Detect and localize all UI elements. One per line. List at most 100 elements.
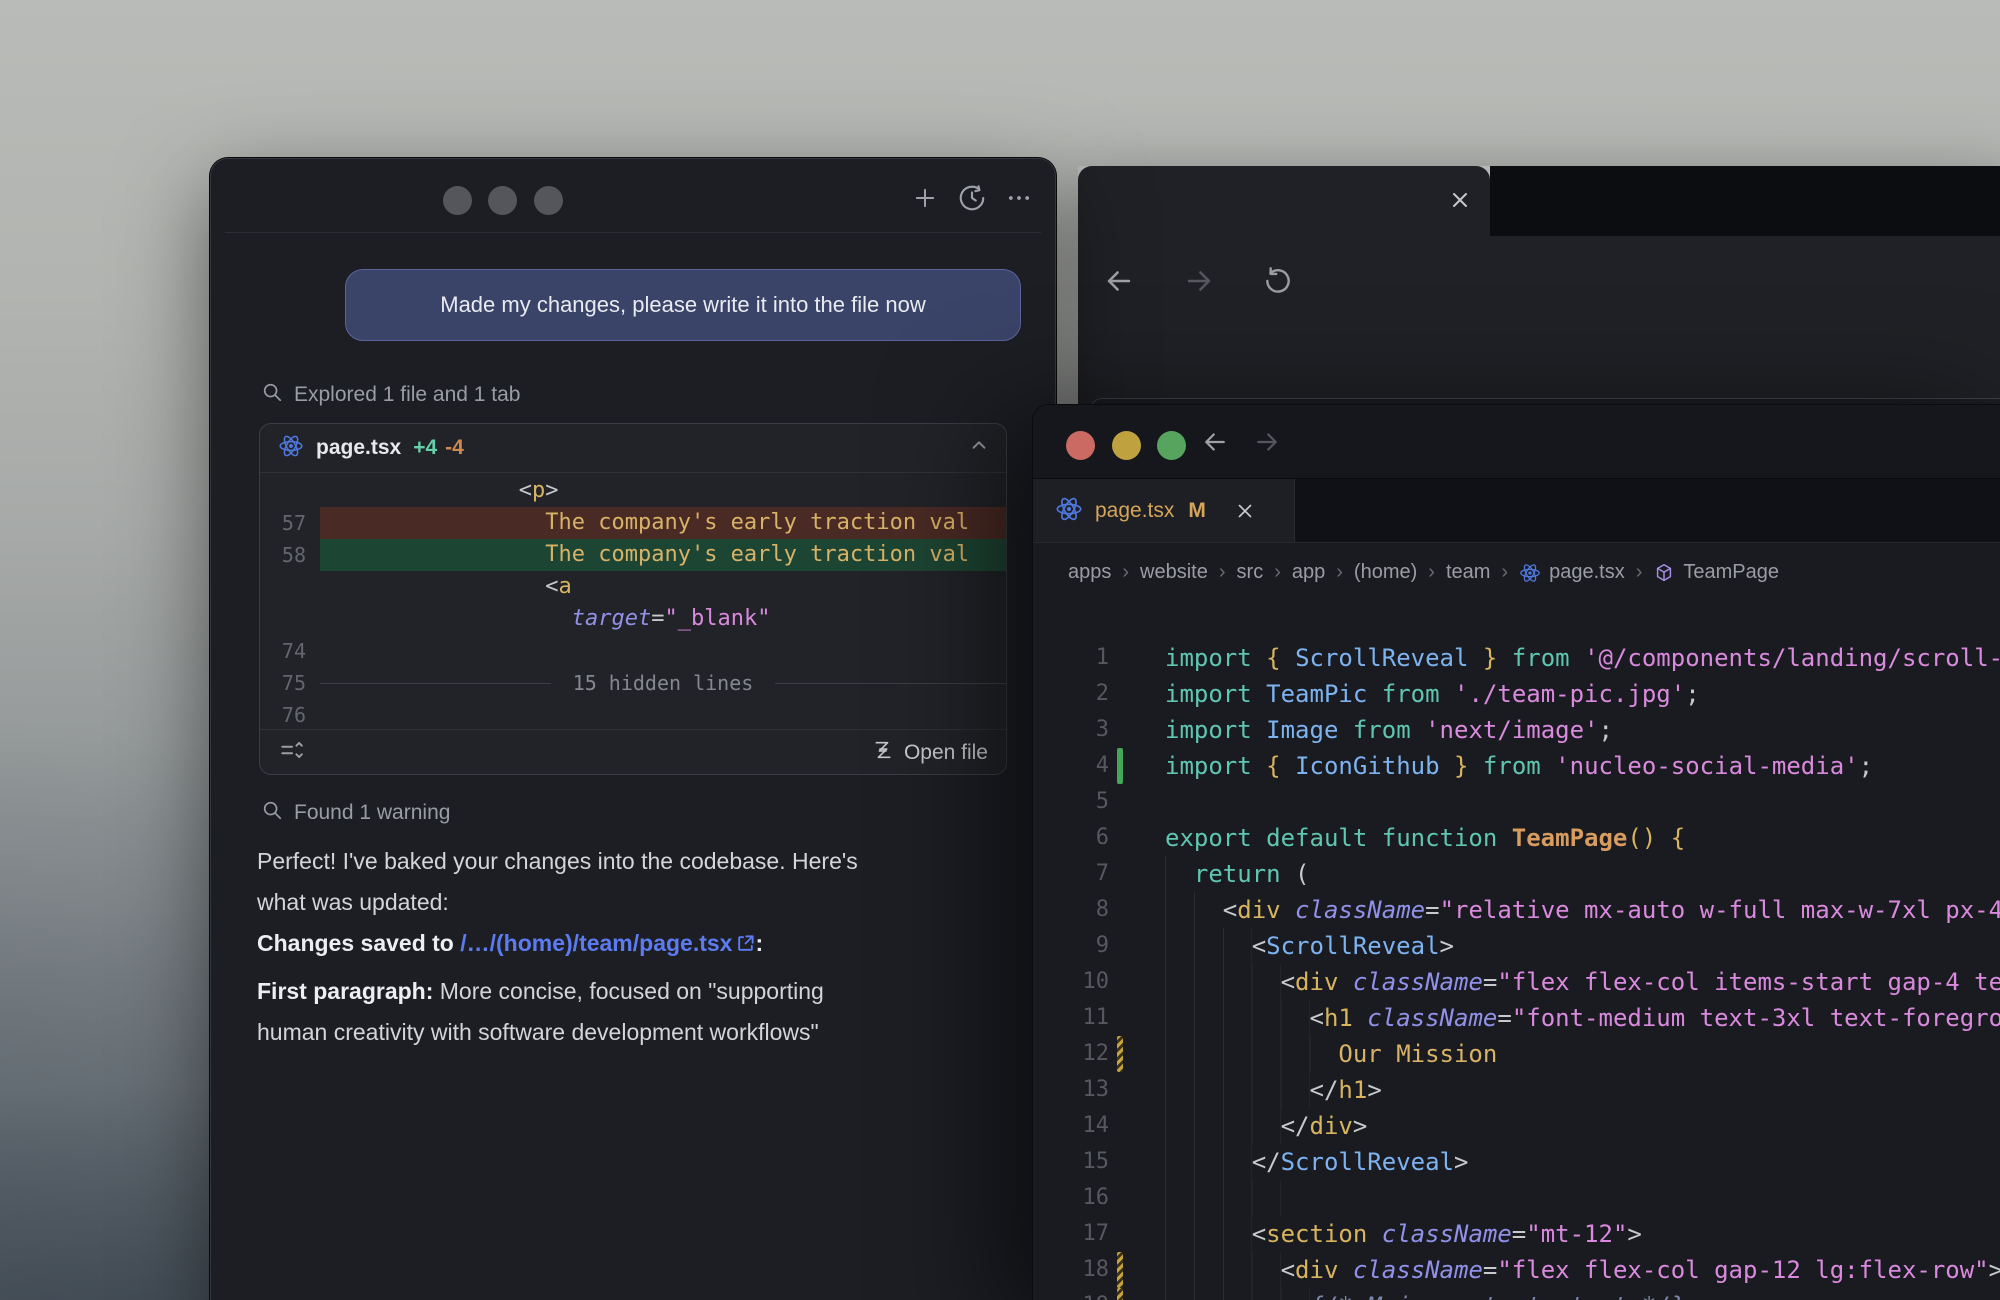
breadcrumb-item-apps[interactable]: apps: [1068, 561, 1111, 584]
indent-guides: [1165, 1216, 1252, 1252]
collapse-chevron-icon[interactable]: [968, 435, 990, 462]
code-token: "font-medium text-3xl text-foregro: [1512, 1004, 2000, 1032]
code-token: a: [559, 574, 572, 599]
line-number: 18: [1033, 1252, 1109, 1288]
code-token: ScrollReveal: [1266, 932, 1439, 960]
window-zoom-button[interactable]: [534, 186, 563, 215]
expand-lines-icon[interactable]: [278, 737, 304, 768]
code-token: export default function: [1165, 824, 1512, 852]
first-paragraph-label: First paragraph:: [257, 978, 433, 1004]
breadcrumb-item-pagetsx[interactable]: page.tsx: [1519, 561, 1625, 584]
code-token: The company's early traction val: [545, 510, 969, 535]
browser-forward-icon[interactable]: [1182, 264, 1216, 303]
code-token: className: [1367, 1220, 1512, 1248]
code-token: <: [545, 574, 558, 599]
code-token: The company's early traction val: [545, 542, 969, 567]
breadcrumb: apps›website›src›app›(home)›team›page.ts…: [1033, 542, 2000, 602]
breadcrumb-item-src[interactable]: src: [1237, 561, 1264, 584]
breadcrumb-separator-icon: ›: [1336, 561, 1343, 584]
browser-reload-icon[interactable]: [1262, 265, 1294, 302]
code-line: 3import Image from 'next/image';: [1033, 712, 2000, 748]
code-token: ;: [1859, 752, 1873, 780]
editor-back-icon[interactable]: [1200, 427, 1230, 462]
breadcrumb-separator-icon: ›: [1428, 561, 1435, 584]
git-mod-indicator: [1117, 1036, 1123, 1072]
diff-line-number: 74: [260, 635, 320, 667]
indent-guides: [1165, 1180, 1281, 1216]
line-number: 13: [1033, 1072, 1109, 1108]
code-line: 14</div>: [1033, 1108, 2000, 1144]
code-token: div: [1237, 896, 1280, 924]
git-mod-indicator: [1117, 1252, 1123, 1288]
code-token: <: [1252, 932, 1266, 960]
response-paragraph: Perfect! I've baked your changes into th…: [257, 841, 1037, 923]
breadcrumb-item-team[interactable]: team: [1446, 561, 1490, 584]
diff-card-header[interactable]: page.tsx +4 -4: [260, 424, 1006, 472]
open-file-button[interactable]: Open file: [872, 739, 988, 767]
editor-titlebar[interactable]: [1033, 405, 2000, 478]
code-line: 19{/* Main content start */}: [1033, 1288, 2000, 1300]
changes-saved-label: Changes saved to: [257, 930, 460, 956]
window-close-button[interactable]: [443, 186, 472, 215]
cube-icon: [1653, 562, 1675, 584]
code-line: 8<div className="relative mx-auto w-full…: [1033, 892, 2000, 928]
breadcrumb-item-website[interactable]: website: [1140, 561, 1208, 584]
user-message-text: Made my changes, please write it into th…: [440, 292, 925, 318]
git-gutter: [1117, 964, 1123, 1000]
code-token: Image: [1266, 716, 1338, 744]
code-token: import: [1165, 680, 1266, 708]
code-token: <: [1281, 968, 1295, 996]
diff-line: 58The company's early traction val: [260, 539, 1006, 571]
breadcrumb-label: website: [1140, 561, 1208, 584]
editor-window: page.tsx M apps›website›src›app›(home)›t…: [1033, 405, 2000, 1300]
tab-close-icon[interactable]: [1448, 188, 1472, 217]
user-message-bubble: Made my changes, please write it into th…: [345, 269, 1021, 341]
code-line: 11<h1 className="font-medium text-3xl te…: [1033, 1000, 2000, 1036]
code-token: </: [1310, 1076, 1339, 1104]
code-line: 7return (: [1033, 856, 2000, 892]
diff-line-number: 76: [260, 699, 320, 731]
external-link-icon[interactable]: [736, 925, 755, 966]
editor-forward-icon[interactable]: [1252, 427, 1282, 462]
new-chat-icon[interactable]: [911, 184, 939, 212]
browser-tab[interactable]: [1078, 166, 1490, 236]
diff-added-count: +4: [413, 436, 437, 460]
window-close-button[interactable]: [1066, 431, 1095, 460]
code-token: section: [1266, 1220, 1367, 1248]
breadcrumb-item-teampage[interactable]: TeamPage: [1653, 561, 1779, 584]
diff-line: <a: [260, 571, 1006, 603]
code-token: }: [1440, 752, 1469, 780]
code-line: 5: [1033, 784, 2000, 820]
hidden-lines-label[interactable]: 15 hidden lines: [551, 667, 776, 699]
git-add-indicator: [1117, 748, 1123, 784]
window-minimize-button[interactable]: [488, 186, 517, 215]
history-icon[interactable]: [957, 183, 987, 213]
window-zoom-button[interactable]: [1157, 431, 1186, 460]
explored-status-row: Explored 1 file and 1 tab: [261, 381, 521, 409]
breadcrumb-item-home[interactable]: (home): [1354, 561, 1417, 584]
code-token: TeamPic: [1266, 680, 1367, 708]
diff-line-number: [260, 603, 320, 635]
window-minimize-button[interactable]: [1112, 431, 1141, 460]
code-token: <: [1310, 1004, 1324, 1032]
code-editor[interactable]: 1import { ScrollReveal } from '@/compone…: [1033, 602, 2000, 1300]
tab-page-tsx[interactable]: page.tsx M: [1033, 479, 1295, 543]
breadcrumb-item-app[interactable]: app: [1292, 561, 1325, 584]
code-token: "mt-12": [1526, 1220, 1627, 1248]
git-gutter: [1117, 820, 1123, 856]
more-options-icon[interactable]: [1005, 184, 1033, 212]
code-token: >: [1440, 932, 1454, 960]
file-path-link[interactable]: /…/(home)/team/page.tsx: [460, 930, 732, 956]
code-token: className: [1338, 1256, 1483, 1284]
tab-file-name: page.tsx: [1095, 499, 1174, 523]
code-line: 2import TeamPic from './team-pic.jpg';: [1033, 676, 2000, 712]
assistant-titlebar[interactable]: [211, 159, 1055, 232]
tab-close-icon[interactable]: [1234, 500, 1256, 522]
breadcrumb-separator-icon: ›: [1636, 561, 1643, 584]
browser-back-icon[interactable]: [1102, 264, 1136, 303]
breadcrumb-separator-icon: ›: [1274, 561, 1281, 584]
git-gutter: [1117, 784, 1123, 820]
line-number: 11: [1033, 1000, 1109, 1036]
code-token: import: [1165, 644, 1266, 672]
diff-code: <p>57The company's early traction val58T…: [260, 473, 1006, 729]
